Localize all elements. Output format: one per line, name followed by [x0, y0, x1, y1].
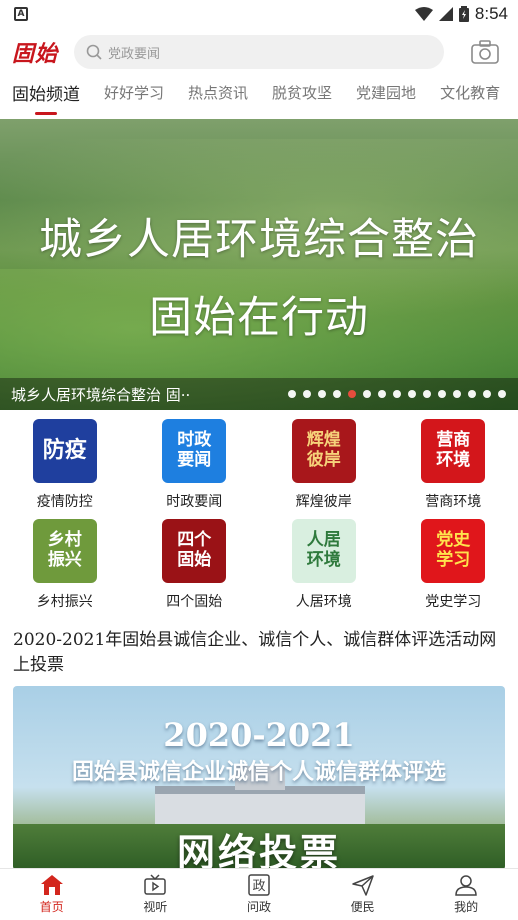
- shortcut-politics-news[interactable]: 时政 要闻 时政要闻: [130, 419, 260, 511]
- search-input[interactable]: 党政要闻: [74, 35, 444, 69]
- carousel-dot: [453, 390, 461, 398]
- tab-culture-education[interactable]: 文化教育: [440, 76, 500, 103]
- article-image-headline: 网络投票: [176, 830, 341, 870]
- wifi-icon: [414, 7, 433, 21]
- carousel-dot: [348, 390, 356, 398]
- shortcut-party-history[interactable]: 党史 学习 党史学习: [389, 519, 518, 611]
- zheng-icon: 政: [248, 874, 270, 896]
- living-environment-icon: 人居 环境: [291, 519, 356, 583]
- shortcut-business-environment[interactable]: 营商 环境 营商环境: [389, 419, 518, 511]
- user-icon: [455, 875, 477, 896]
- carousel-dot: [423, 390, 431, 398]
- nav-label: 我的: [454, 900, 479, 914]
- shortcut-label: 辉煌彼岸: [295, 494, 352, 510]
- search-placeholder: 党政要闻: [108, 46, 161, 62]
- carousel-dot: [408, 390, 416, 398]
- tab-gushi-channel[interactable]: 固始频道: [12, 76, 80, 105]
- glorious-shore-icon: 辉煌 彼岸: [291, 419, 356, 483]
- politics-news-icon: 时政 要闻: [162, 419, 227, 483]
- epidemic-icon: 防疫: [32, 419, 97, 483]
- shortcut-label: 乡村振兴: [36, 594, 93, 610]
- nav-inquiry[interactable]: 政 问政: [207, 869, 311, 920]
- shortcut-label: 时政要闻: [166, 494, 223, 510]
- tab-hot-news[interactable]: 热点资讯: [188, 76, 248, 103]
- article-image[interactable]: 2020-2021 固始县诚信企业诚信个人诚信群体评选 网络投票: [13, 686, 505, 870]
- nav-profile[interactable]: 我的: [414, 869, 518, 920]
- carousel-dot: [318, 390, 326, 398]
- camera-icon: [471, 40, 499, 64]
- bottom-navigation: 首页 视听 政 问政 便民 我的: [0, 868, 518, 920]
- nav-label: 视听: [143, 900, 168, 914]
- carousel-dot: [483, 390, 491, 398]
- party-history-icon: 党史 学习: [421, 519, 486, 583]
- carousel-dot: [378, 390, 386, 398]
- shortcut-label: 营商环境: [425, 494, 482, 510]
- carousel-dot: [498, 390, 506, 398]
- tv-icon: [144, 874, 167, 895]
- carousel-dot: [468, 390, 476, 398]
- carousel-dot: [393, 390, 401, 398]
- article-image-year: 2020-2021: [163, 716, 355, 754]
- header: 固始 党政要闻: [0, 32, 518, 72]
- nav-media[interactable]: 视听: [104, 869, 208, 920]
- carousel-dot: [438, 390, 446, 398]
- shortcut-four-gushi[interactable]: 四个 固始 四个固始: [130, 519, 260, 611]
- shortcut-rural-revitalization[interactable]: 乡村 振兴 乡村振兴: [0, 519, 130, 611]
- shortcut-label: 疫情防控: [36, 494, 93, 510]
- carousel-dot: [363, 390, 371, 398]
- shortcut-grid: 防疫 疫情防控 时政 要闻 时政要闻 辉煌 彼岸 辉煌彼岸 营商 环境 营商环境…: [0, 419, 518, 611]
- carousel-dot: [303, 390, 311, 398]
- zheng-glyph: 政: [252, 879, 265, 894]
- app-notification-icon: A: [14, 7, 28, 21]
- send-icon: [351, 875, 374, 896]
- app-logo: 固始: [12, 41, 59, 67]
- home-icon: [40, 875, 63, 895]
- business-environment-icon: 营商 环境: [421, 419, 486, 483]
- nav-convenience[interactable]: 便民: [311, 869, 415, 920]
- article-title[interactable]: 2020-2021年固始县诚信企业、诚信个人、诚信群体评选活动网上投票: [13, 628, 508, 678]
- nav-label: 问政: [246, 900, 271, 914]
- shortcut-living-environment[interactable]: 人居 环境 人居环境: [259, 519, 389, 611]
- signal-icon: [438, 7, 453, 21]
- carousel-dot: [333, 390, 341, 398]
- carousel-indicator: [288, 390, 506, 398]
- nav-label: 首页: [39, 900, 64, 914]
- camera-button[interactable]: [470, 38, 500, 66]
- tab-party-building[interactable]: 党建园地: [356, 76, 416, 103]
- status-bar: A 8:54: [0, 0, 518, 28]
- four-gushi-icon: 四个 固始: [162, 519, 227, 583]
- shortcut-label: 人居环境: [295, 594, 352, 610]
- shortcut-epidemic[interactable]: 防疫 疫情防控: [0, 419, 130, 511]
- app-screen: A 8:54 固始 党政要闻 固始频道 好好学习 热点资讯 脱贫攻坚 党建园地 …: [0, 0, 518, 920]
- shortcut-glorious-shore[interactable]: 辉煌 彼岸 辉煌彼岸: [259, 419, 389, 511]
- status-right: 8:54: [414, 4, 508, 24]
- channel-tabs: 固始频道 好好学习 热点资讯 脱贫攻坚 党建园地 文化教育: [0, 76, 518, 116]
- banner-headline: 城乡人居环境综合整治: [39, 215, 479, 265]
- shortcut-label: 党史学习: [425, 594, 482, 610]
- rural-revitalization-icon: 乡村 振兴: [32, 519, 97, 583]
- banner-caption: 城乡人居环境综合整治 固··: [11, 385, 191, 404]
- shortcut-label: 四个固始: [166, 594, 223, 610]
- article-image-subtitle: 固始县诚信企业诚信个人诚信群体评选: [71, 759, 446, 785]
- tab-study[interactable]: 好好学习: [104, 76, 164, 103]
- clock: 8:54: [474, 4, 508, 23]
- nav-label: 便民: [350, 900, 375, 914]
- banner-subheadline: 固始在行动: [149, 293, 369, 343]
- battery-icon: [458, 6, 469, 22]
- tab-poverty[interactable]: 脱贫攻坚: [272, 76, 332, 103]
- carousel-dot: [288, 390, 296, 398]
- nav-home[interactable]: 首页: [0, 869, 104, 920]
- search-icon: [86, 44, 102, 60]
